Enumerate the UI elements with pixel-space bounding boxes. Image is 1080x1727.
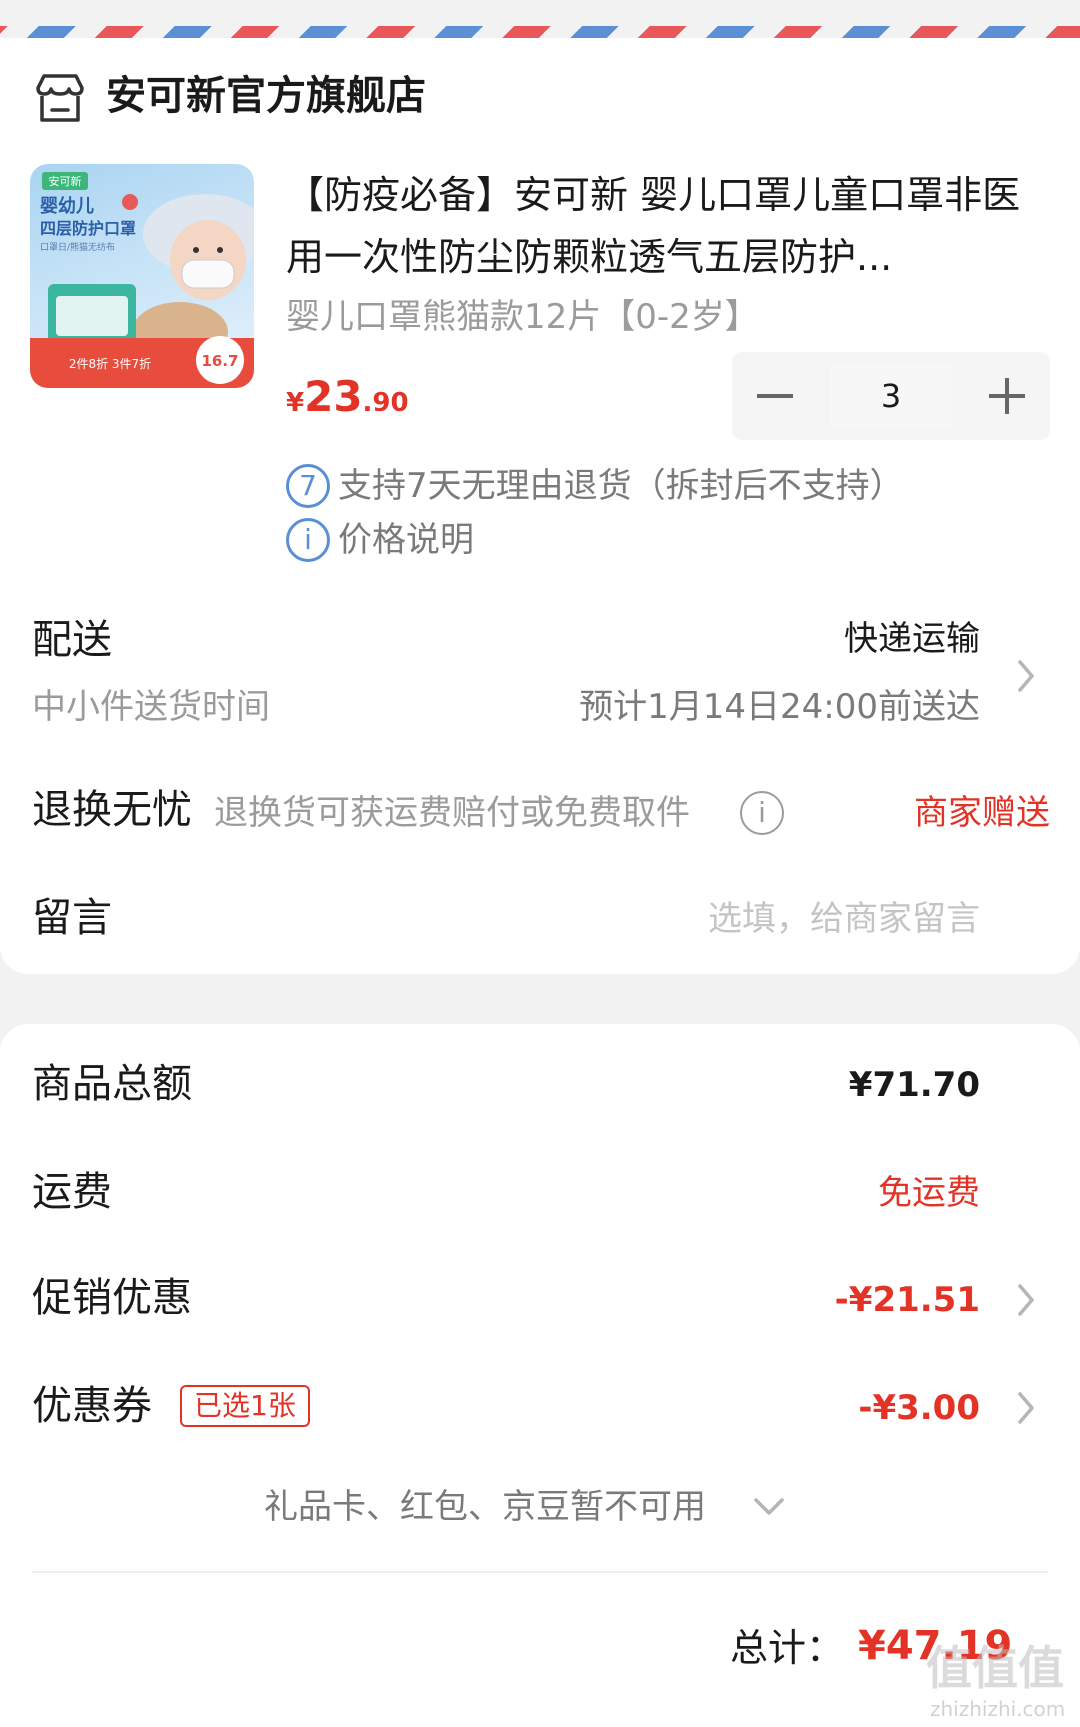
product-image-line2: 四层防护口罩: [40, 219, 136, 238]
airmail-stripe-border: [0, 26, 1080, 40]
total-label: 总计：: [730, 1626, 845, 1670]
returns-description: 退换货可获运费赔付或免费取件: [214, 793, 690, 833]
minus-icon: [757, 394, 793, 398]
delivery-label: 配送: [32, 617, 112, 663]
coupon-selected-tag: 已选1张: [180, 1385, 310, 1427]
price-integer: 23: [304, 372, 363, 421]
message-input[interactable]: 选填，给商家留言: [708, 894, 980, 944]
store-icon: [36, 74, 84, 122]
product-thumbnail[interactable]: 安可新 婴幼儿 四层防护口罩 口罩日/熊猫无纺布 2件8折 3件7折 16.7: [30, 164, 254, 388]
plus-icon: [989, 378, 1025, 414]
coupon-value[interactable]: -¥3.00: [858, 1383, 980, 1433]
product-image-line1: 婴幼儿: [40, 195, 94, 217]
returns-info-icon[interactable]: i: [740, 791, 784, 835]
product-image: 安可新 婴幼儿 四层防护口罩 口罩日/熊猫无纺布 2件8折 3件7折 16.7: [30, 172, 254, 388]
return-policy-text[interactable]: 支持7天无理由退货（拆封后不支持）: [338, 461, 904, 511]
goods-total-label: 商品总额: [32, 1061, 192, 1107]
product-price: ¥23.90: [286, 372, 409, 431]
returns-label: 退换无忧: [32, 787, 192, 833]
shipping-value: 免运费: [878, 1173, 980, 1213]
unavailable-note[interactable]: 礼品卡、红包、京豆暂不可用: [264, 1482, 706, 1532]
promotion-value[interactable]: -¥21.51: [835, 1275, 980, 1325]
store-name[interactable]: 安可新官方旗舰店: [106, 68, 426, 124]
shipping-label: 运费: [32, 1169, 112, 1215]
divider: [32, 1571, 1048, 1573]
delivery-eta[interactable]: 预计1月14日24:00前送达: [579, 682, 980, 732]
price-info-link[interactable]: 价格说明: [338, 515, 474, 565]
product-variant[interactable]: 婴儿口罩熊猫款12片【0-2岁】: [286, 294, 759, 340]
decrease-button[interactable]: [732, 352, 818, 440]
increase-button[interactable]: [964, 352, 1050, 440]
chevron-right-icon[interactable]: [1016, 1390, 1036, 1426]
price-decimal: .90: [362, 388, 409, 418]
watermark-logo: 值值值: [926, 1641, 1064, 1695]
delivery-method[interactable]: 快递运输: [844, 614, 980, 664]
info-icon: i: [286, 518, 330, 562]
coupon-label: 优惠券: [32, 1383, 152, 1429]
chevron-down-icon[interactable]: [752, 1496, 786, 1518]
quantity-input[interactable]: 3: [830, 364, 952, 428]
returns-badge: 商家赠送: [914, 793, 1050, 833]
return-days-icon: 7: [286, 464, 330, 508]
message-label: 留言: [32, 895, 112, 941]
product-image-line3: 口罩日/熊猫无纺布: [40, 241, 115, 253]
product-image-promo: 2件8折 3件7折: [69, 356, 151, 371]
delivery-time-label: 中小件送货时间: [32, 687, 270, 727]
product-image-brand: 安可新: [49, 174, 82, 188]
chevron-right-icon[interactable]: [1016, 1282, 1036, 1318]
promotion-label: 促销优惠: [32, 1275, 192, 1321]
product-title[interactable]: 【防疫必备】安可新 婴儿口罩儿童口罩非医用一次性防尘防颗粒透气五层防护...: [286, 164, 1046, 288]
goods-total-value: ¥71.70: [848, 1065, 980, 1105]
chevron-right-icon[interactable]: [1016, 658, 1036, 694]
quantity-stepper: 3: [732, 352, 1050, 440]
price-currency: ¥: [286, 388, 305, 418]
product-image-badge: 16.7: [201, 352, 238, 370]
watermark-url: zhizhizhi.com: [930, 1697, 1066, 1721]
